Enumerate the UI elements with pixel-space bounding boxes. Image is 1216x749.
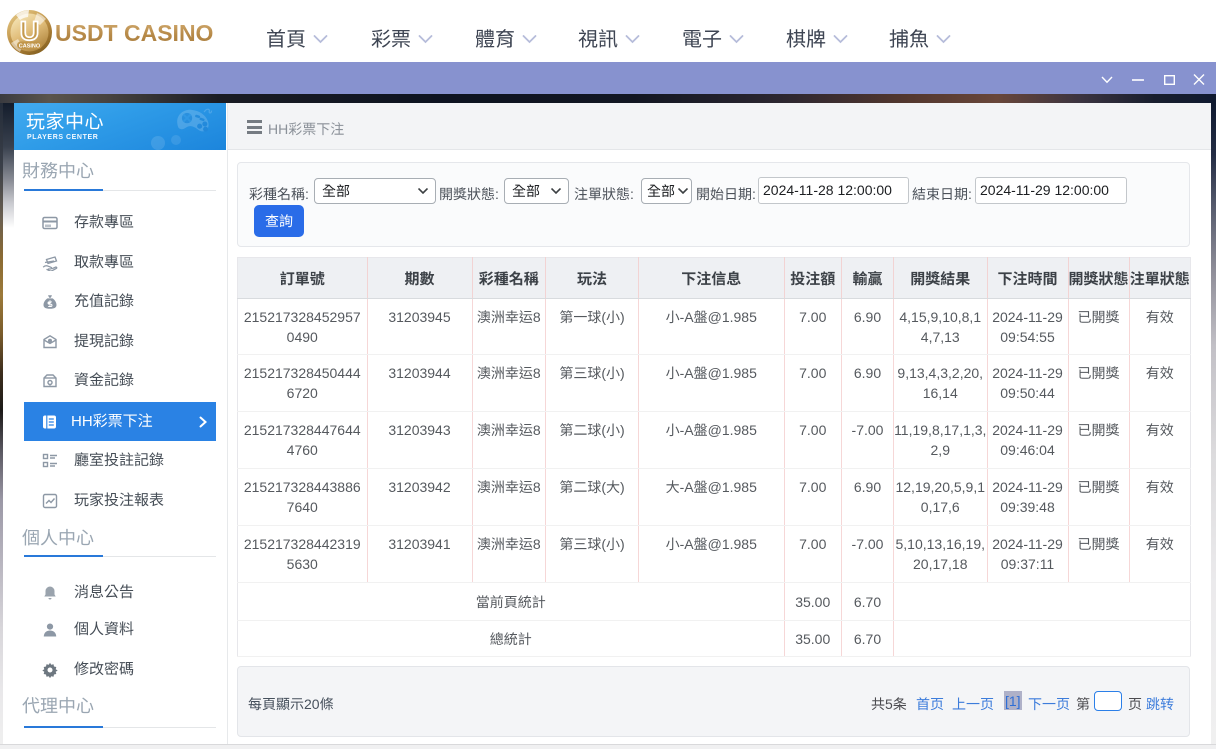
svg-text:CASINO: CASINO [19, 44, 41, 50]
